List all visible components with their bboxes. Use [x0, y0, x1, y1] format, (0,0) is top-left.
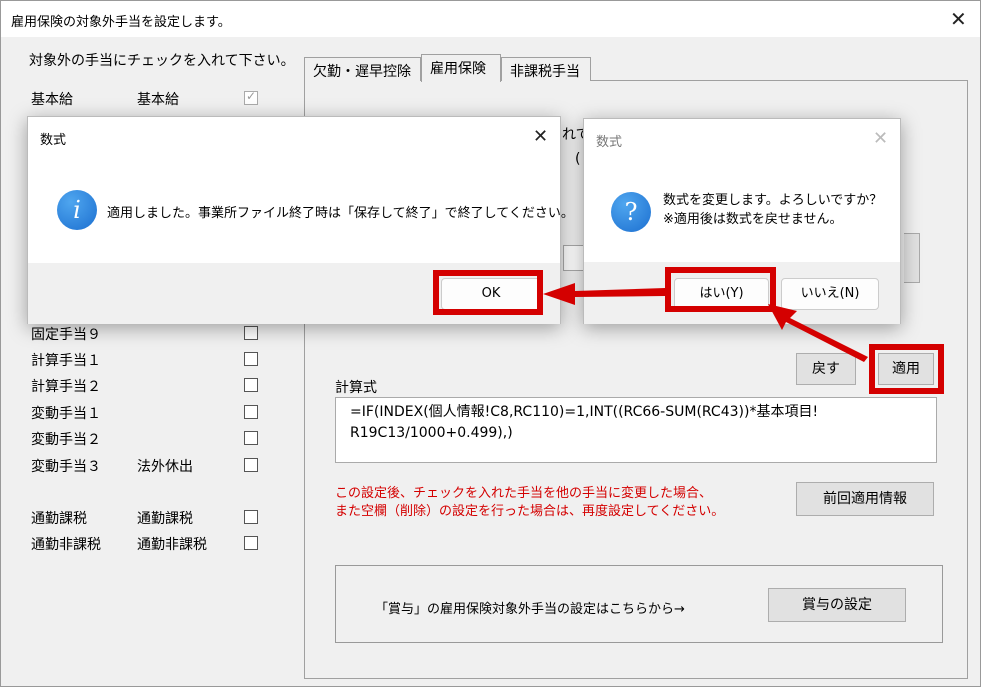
- tab-employment-insurance[interactable]: 雇用保険: [421, 54, 501, 82]
- window-title: 雇用保険の対象外手当を設定します。: [11, 15, 231, 30]
- allowance-name: 固定手当９: [31, 327, 101, 343]
- back-button[interactable]: 戻す: [796, 353, 856, 385]
- dialog-title: 数式: [40, 133, 67, 148]
- highlight-yes-button: [665, 267, 776, 312]
- obscured-button-edge: [904, 233, 920, 283]
- allowance-checkbox[interactable]: [244, 510, 258, 524]
- formula-field[interactable]: =IF(INDEX(個人情報!C8,RC110)=1,INT((RC66-SUM…: [335, 397, 937, 463]
- allowance-name: 基本給: [31, 92, 73, 108]
- dialog-title: 数式: [596, 135, 623, 150]
- formula-label: 計算式: [335, 380, 377, 396]
- tab-nontaxable-allowance[interactable]: 非課税手当: [501, 57, 591, 81]
- dialog-title-bar: 数式 ✕: [28, 117, 560, 157]
- allowance-category: 法外休出: [137, 459, 193, 475]
- allowance-name: 変動手当２: [31, 432, 101, 448]
- formula-line: R19C13/1000+0.499),): [350, 425, 513, 441]
- allowance-checkbox[interactable]: [244, 352, 258, 366]
- allowance-category: 通勤非課税: [137, 537, 207, 553]
- dialog-close-icon[interactable]: ✕: [533, 127, 548, 147]
- allowance-checkbox[interactable]: [244, 89, 258, 105]
- highlight-apply-button: [869, 344, 944, 394]
- message-line: 数式を変更します。よろしいですか？: [663, 193, 883, 208]
- allowance-category: 通勤課税: [137, 511, 193, 527]
- allowance-name: 変動手当３: [31, 459, 101, 475]
- dialog-message: 数式を変更します。よろしいですか？ ※適用後は数式を戻せません。: [663, 191, 882, 229]
- allowance-name: 通勤課税: [31, 511, 87, 527]
- bonus-section-text: 「賞与」の雇用保険対象外手当の設定はこちらから→: [375, 602, 685, 617]
- tab-absence-deduction[interactable]: 欠勤・遅早控除: [304, 57, 421, 81]
- previous-apply-info-button[interactable]: 前回適用情報: [796, 482, 934, 516]
- no-button[interactable]: いいえ(N): [781, 278, 879, 310]
- allowance-checkbox[interactable]: [244, 378, 258, 392]
- dialog-title-bar: 数式 ✕: [584, 119, 900, 159]
- obscured-text: (: [575, 151, 581, 167]
- warning-line: この設定後、チェックを入れた手当を他の手当に変更した場合、: [335, 486, 713, 501]
- title-bar: 雇用保険の対象外手当を設定します。 ✕: [1, 1, 980, 37]
- obscured-field-edge: [563, 245, 585, 271]
- dialog-message: 適用しました。事業所ファイル終了時は「保存して終了」で終了してください。: [107, 206, 574, 221]
- allowance-name: 通勤非課税: [31, 537, 101, 553]
- allowance-name: 計算手当１: [31, 353, 101, 369]
- warning-text: この設定後、チェックを入れた手当を他の手当に変更した場合、 また空欄（削除）の設…: [335, 485, 724, 521]
- highlight-ok-button: [433, 270, 543, 315]
- window-close-icon[interactable]: ✕: [950, 9, 967, 29]
- warning-line: また空欄（削除）の設定を行った場合は、再度設定してください。: [335, 504, 725, 519]
- information-icon: i: [57, 190, 97, 230]
- allowance-category: 基本給: [137, 92, 179, 108]
- allowance-checkbox[interactable]: [244, 536, 258, 550]
- main-window: 雇用保険の対象外手当を設定します。 ✕ 対象外の手当にチェックを入れて下さい。 …: [0, 0, 981, 687]
- bonus-settings-button[interactable]: 賞与の設定: [768, 588, 906, 622]
- allowance-checkbox[interactable]: [244, 405, 258, 419]
- allowance-name: 変動手当１: [31, 406, 101, 422]
- allowance-checkbox[interactable]: [244, 458, 258, 472]
- allowance-checkbox[interactable]: [244, 431, 258, 445]
- formula-line: =IF(INDEX(個人情報!C8,RC110)=1,INT((RC66-SUM…: [350, 404, 819, 420]
- allowance-name: 計算手当２: [31, 379, 101, 395]
- instruction-text: 対象外の手当にチェックを入れて下さい。: [29, 53, 295, 69]
- message-line: ※適用後は数式を戻せません。: [663, 212, 843, 227]
- question-icon: ?: [611, 192, 651, 232]
- dialog-close-icon[interactable]: ✕: [873, 129, 888, 149]
- allowance-checkbox[interactable]: [244, 326, 258, 340]
